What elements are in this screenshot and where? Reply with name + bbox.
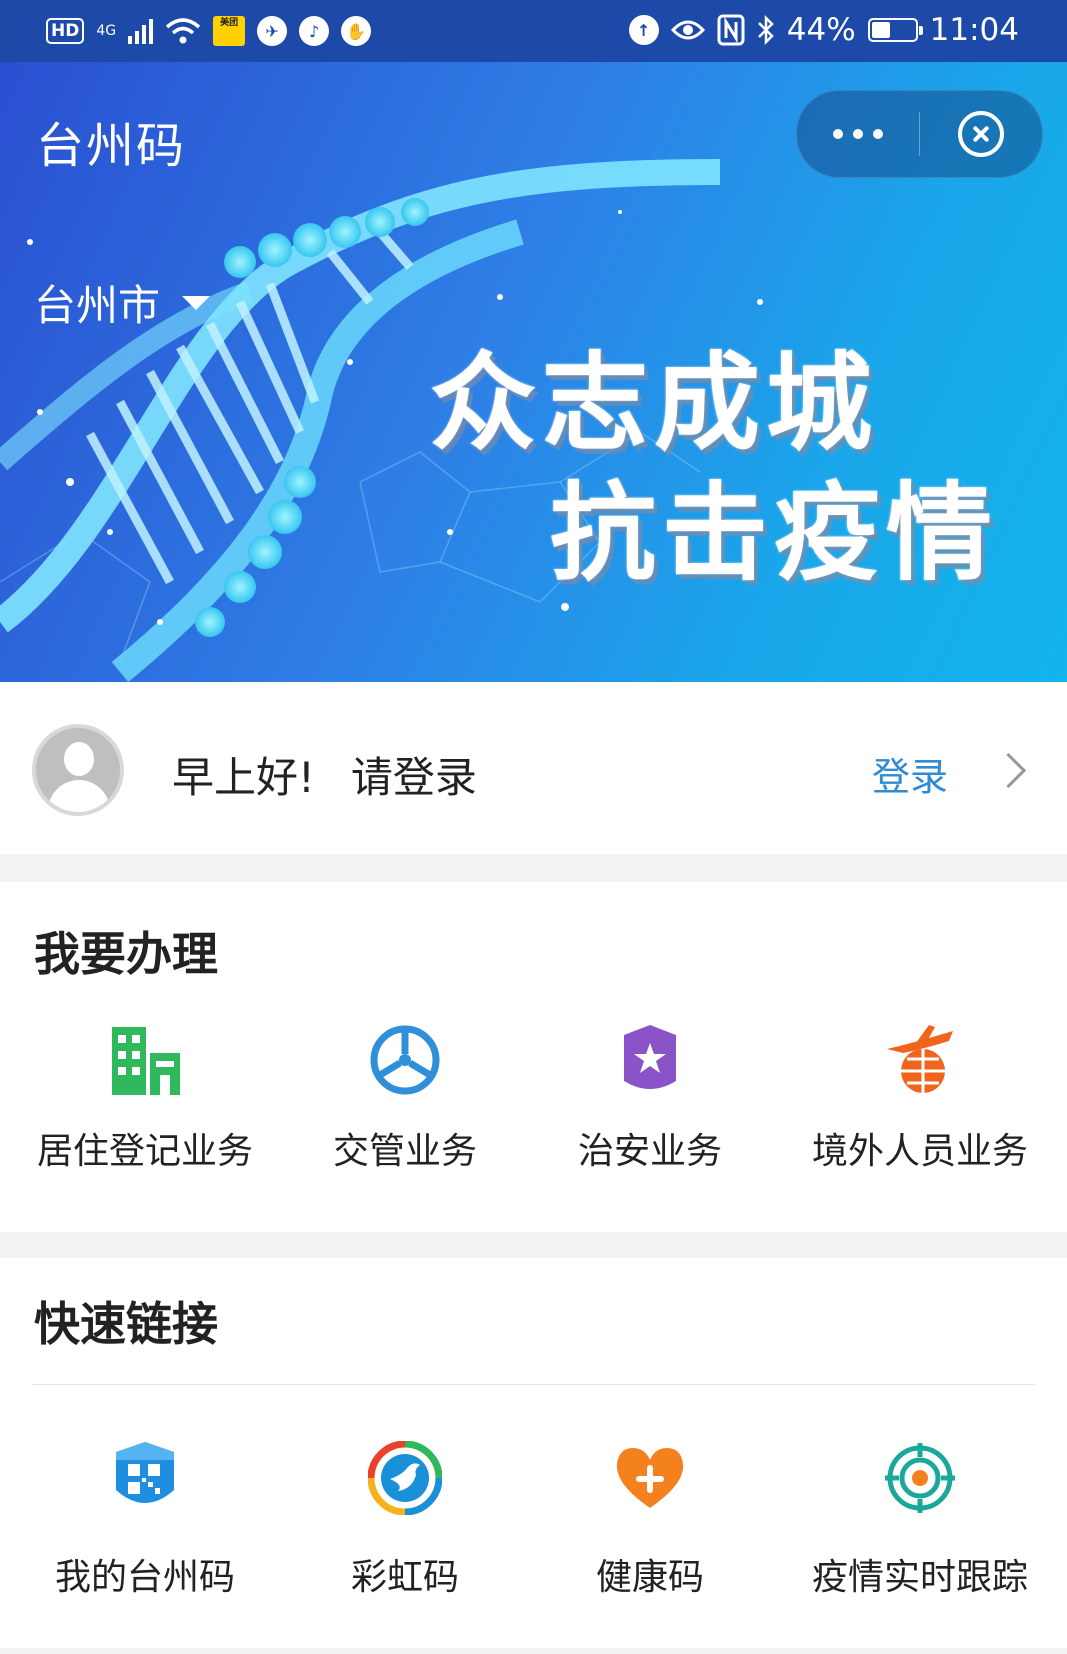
steering-icon-wrap	[365, 1020, 445, 1100]
service-residence[interactable]: 居住登记业务	[0, 1020, 290, 1174]
services-title: 我要办理	[34, 927, 218, 981]
services-grid: 居住登记业务 交管业务 治安业务 境外人员业务	[0, 1020, 1067, 1174]
banner-slogan-line2: 抗击疫情	[550, 472, 998, 595]
greeting-text: 早上好! 请登录	[172, 744, 477, 805]
chevron-right-icon[interactable]	[990, 752, 1027, 789]
target-icon-wrap	[880, 1438, 960, 1518]
battery-level	[871, 22, 891, 38]
heart-icon-wrap	[610, 1438, 690, 1518]
target-tracking-icon	[885, 1443, 955, 1513]
more-button[interactable]	[797, 129, 919, 139]
service-label: 交管业务	[332, 1131, 477, 1172]
eye-icon	[670, 20, 705, 40]
quick-link-label: 我的台州码	[54, 1557, 235, 1598]
hand-icon: ✋	[341, 16, 372, 46]
clock: 11:04	[929, 12, 1019, 48]
battery-percent: 44%	[786, 12, 856, 48]
quick-links-section: 快速链接 我的台州码 彩虹码 健康码 疫情实时跟踪	[0, 1258, 1067, 1648]
service-label: 境外人员业务	[811, 1131, 1028, 1172]
quick-links-title: 快速链接	[34, 1297, 218, 1351]
quick-links-grid: 我的台州码 彩虹码 健康码 疫情实时跟踪	[0, 1438, 1067, 1600]
plane-icon-wrap	[880, 1020, 960, 1100]
avatar[interactable]	[32, 724, 124, 816]
login-card[interactable]: 早上好! 请登录 登录	[0, 682, 1067, 854]
voice-icon: ♪	[299, 16, 330, 46]
service-traffic[interactable]: 交管业务	[290, 1020, 520, 1174]
more-dot	[853, 129, 863, 139]
quick-link-label: 彩虹码	[350, 1557, 459, 1598]
network-type: 4G	[96, 23, 117, 39]
hd-badge: HD	[46, 18, 85, 44]
heart-plus-icon	[616, 1448, 684, 1508]
quick-link-my-code[interactable]: 我的台州码	[0, 1438, 290, 1600]
building-icon-wrap	[105, 1020, 185, 1100]
police-shield-icon	[624, 1025, 676, 1089]
app-title: 台州码	[36, 118, 187, 174]
steering-wheel-icon	[370, 1025, 440, 1095]
quick-link-epidemic-tracking[interactable]: 疫情实时跟踪	[780, 1438, 1060, 1600]
status-bar: HD 4G 美团 ✈ ♪ ✋ ↑ 44% 11:04	[0, 0, 1067, 62]
city-name: 台州市	[34, 281, 161, 330]
service-label: 治安业务	[577, 1131, 722, 1172]
city-selector[interactable]: 台州市	[34, 272, 211, 333]
plane-globe-icon	[887, 1025, 953, 1093]
rainbow-bird-icon	[368, 1441, 442, 1515]
banner: 台州码 台州市 众志成城 抗击疫情	[0, 62, 1067, 682]
quick-link-label: 健康码	[595, 1557, 704, 1598]
close-circle-icon	[958, 111, 1004, 157]
section-divider	[32, 1384, 1035, 1385]
login-prompt: 请登录	[350, 753, 477, 802]
more-dot	[873, 129, 883, 139]
shield-icon-wrap	[610, 1020, 690, 1100]
data-saver-icon: ↑	[628, 15, 659, 45]
bluetooth-icon	[757, 14, 774, 46]
wifi-icon	[165, 18, 201, 44]
caret-down-icon	[182, 295, 211, 310]
mini-program-capsule	[796, 90, 1043, 178]
qr-shield-icon	[116, 1442, 174, 1503]
nfc-icon	[717, 14, 745, 46]
battery-icon	[867, 18, 923, 42]
qr-icon-wrap	[105, 1438, 185, 1518]
avatar-body	[48, 780, 110, 812]
signal-icon	[128, 18, 154, 44]
more-dots-icon	[833, 129, 843, 139]
meituan-icon: 美团	[213, 16, 246, 46]
service-foreigners[interactable]: 境外人员业务	[780, 1020, 1060, 1174]
service-public-security[interactable]: 治安业务	[520, 1020, 780, 1174]
building-icon	[112, 1027, 180, 1095]
close-button[interactable]	[920, 111, 1042, 157]
quick-link-label: 疫情实时跟踪	[811, 1557, 1028, 1598]
greeting: 早上好!	[172, 753, 315, 802]
services-section: 我要办理 居住登记业务 交管业务 治安业务 境外人员业务	[0, 882, 1067, 1232]
quick-link-health-code[interactable]: 健康码	[520, 1438, 780, 1600]
service-label: 居住登记业务	[36, 1131, 253, 1172]
app-notification-icon: ✈	[257, 16, 288, 46]
avatar-head	[64, 742, 94, 776]
login-link[interactable]: 登录	[872, 746, 948, 801]
quick-link-rainbow-code[interactable]: 彩虹码	[290, 1438, 520, 1600]
rainbow-icon-wrap	[365, 1438, 445, 1518]
